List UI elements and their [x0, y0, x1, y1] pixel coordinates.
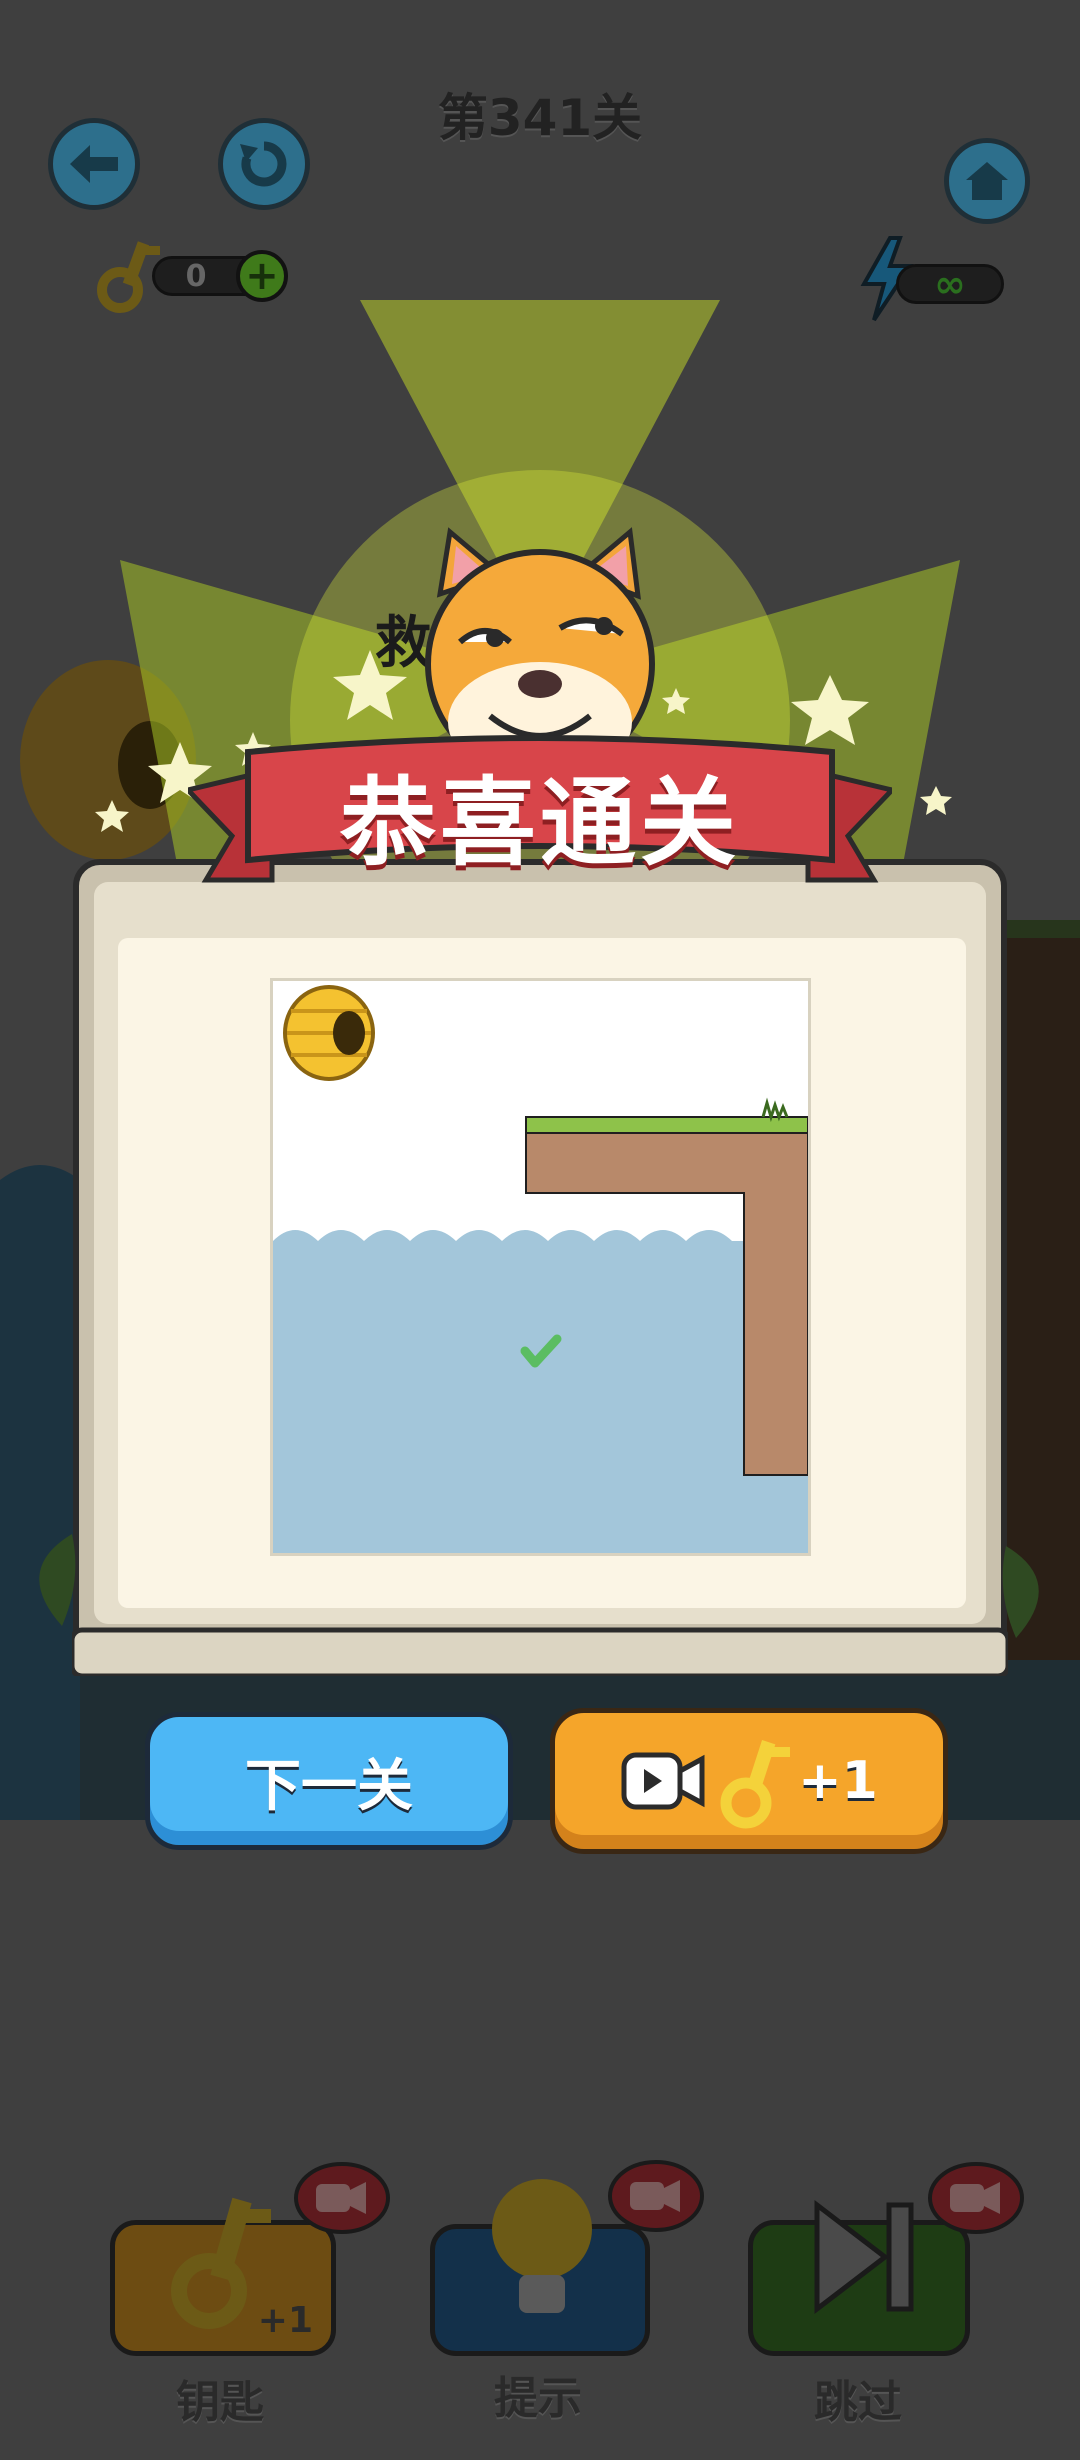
leaf-decoration-right	[1002, 1546, 1039, 1638]
bottom-hint-video-badge	[606, 2160, 706, 2244]
level-preview	[270, 978, 811, 1556]
restart-button[interactable]	[218, 118, 310, 210]
bottom-key-label: 钥匙	[176, 2377, 264, 2428]
restart-icon	[240, 141, 287, 187]
back-button[interactable]	[48, 118, 140, 210]
skip-icon	[814, 2199, 914, 2315]
energy-value: ∞	[934, 262, 966, 306]
level-preview-drawing	[273, 981, 808, 1553]
home-icon	[966, 162, 1008, 200]
video-camera-icon	[294, 2162, 390, 2234]
watch-video-key-button[interactable]: +1	[550, 1708, 948, 1854]
video-camera-icon	[928, 2162, 1024, 2234]
bottom-hint-label: 提示	[494, 2373, 582, 2424]
home-button[interactable]	[944, 138, 1030, 224]
level-complete-title: 恭喜通关	[340, 767, 740, 879]
level-title: 第341关	[437, 89, 643, 147]
bottom-key-badge: +1	[257, 2300, 313, 2341]
leaf-decoration-left	[39, 1534, 76, 1626]
next-level-label: 下一关	[245, 1753, 413, 1819]
bottom-key-video-badge	[292, 2162, 392, 2246]
video-camera-icon	[621, 1752, 705, 1810]
video-camera-icon	[608, 2160, 704, 2232]
energy-counter: ∞	[860, 236, 1010, 326]
bottom-skip-video-badge	[926, 2162, 1026, 2246]
beehive-icon	[283, 985, 375, 1081]
add-keys-button[interactable]: +	[236, 250, 288, 302]
key-icon	[720, 1740, 791, 1829]
plus-icon: +	[245, 253, 279, 299]
arrow-left-icon	[70, 145, 118, 183]
key-count: 0	[185, 258, 207, 294]
key-counter: 0 +	[96, 228, 296, 318]
next-level-button[interactable]: 下一关	[145, 1712, 513, 1850]
bottom-skip-label: 跳过	[814, 2377, 902, 2428]
video-reward-label: +1	[798, 1751, 878, 1811]
lightbulb-icon	[492, 2179, 592, 2313]
